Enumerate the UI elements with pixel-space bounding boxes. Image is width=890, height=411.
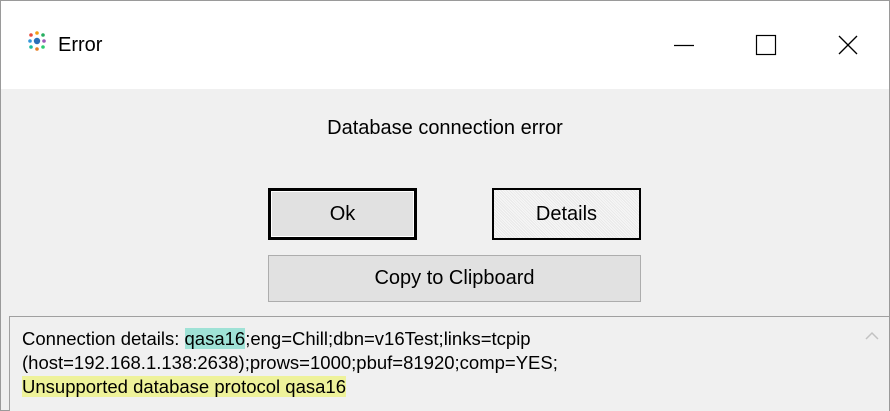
title-bar[interactable]: Error (1, 1, 889, 89)
app-logo-icon (27, 30, 47, 52)
close-icon (838, 35, 858, 55)
error-message: Database connection error (327, 117, 563, 139)
minimize-button[interactable] (643, 1, 725, 89)
server-name-highlight: qasa16 (184, 328, 246, 349)
maximize-icon (755, 34, 777, 56)
details-line-1: Connection details: qasa16;eng=Chill;dbn… (22, 327, 862, 351)
details-line-2: (host=192.168.1.138:2638);prows=1000;pbu… (22, 352, 558, 373)
details-prefix: Connection details: (22, 328, 185, 349)
error-dialog-window: Error Database connection error Ok Detai… (0, 0, 890, 411)
details-line-1-rest: ;eng=Chill;dbn=v16Test;links=tcpip (245, 328, 531, 349)
vertical-scrollbar[interactable] (855, 317, 889, 411)
scroll-up-arrow-icon[interactable] (863, 327, 881, 345)
maximize-button[interactable] (725, 1, 807, 89)
copy-to-clipboard-button[interactable]: Copy to Clipboard (268, 255, 641, 302)
minimize-icon (674, 44, 694, 47)
window-title: Error (58, 34, 103, 56)
details-text-area[interactable]: Connection details: qasa16;eng=Chill;dbn… (9, 316, 889, 411)
protocol-error-highlight: Unsupported database protocol qasa16 (22, 376, 346, 397)
details-line-3: Unsupported database protocol qasa16 (22, 375, 862, 399)
ok-button[interactable]: Ok (268, 188, 417, 240)
connection-details-text: Connection details: qasa16;eng=Chill;dbn… (22, 327, 862, 399)
details-button[interactable]: Details (492, 188, 641, 240)
close-button[interactable] (807, 1, 889, 89)
